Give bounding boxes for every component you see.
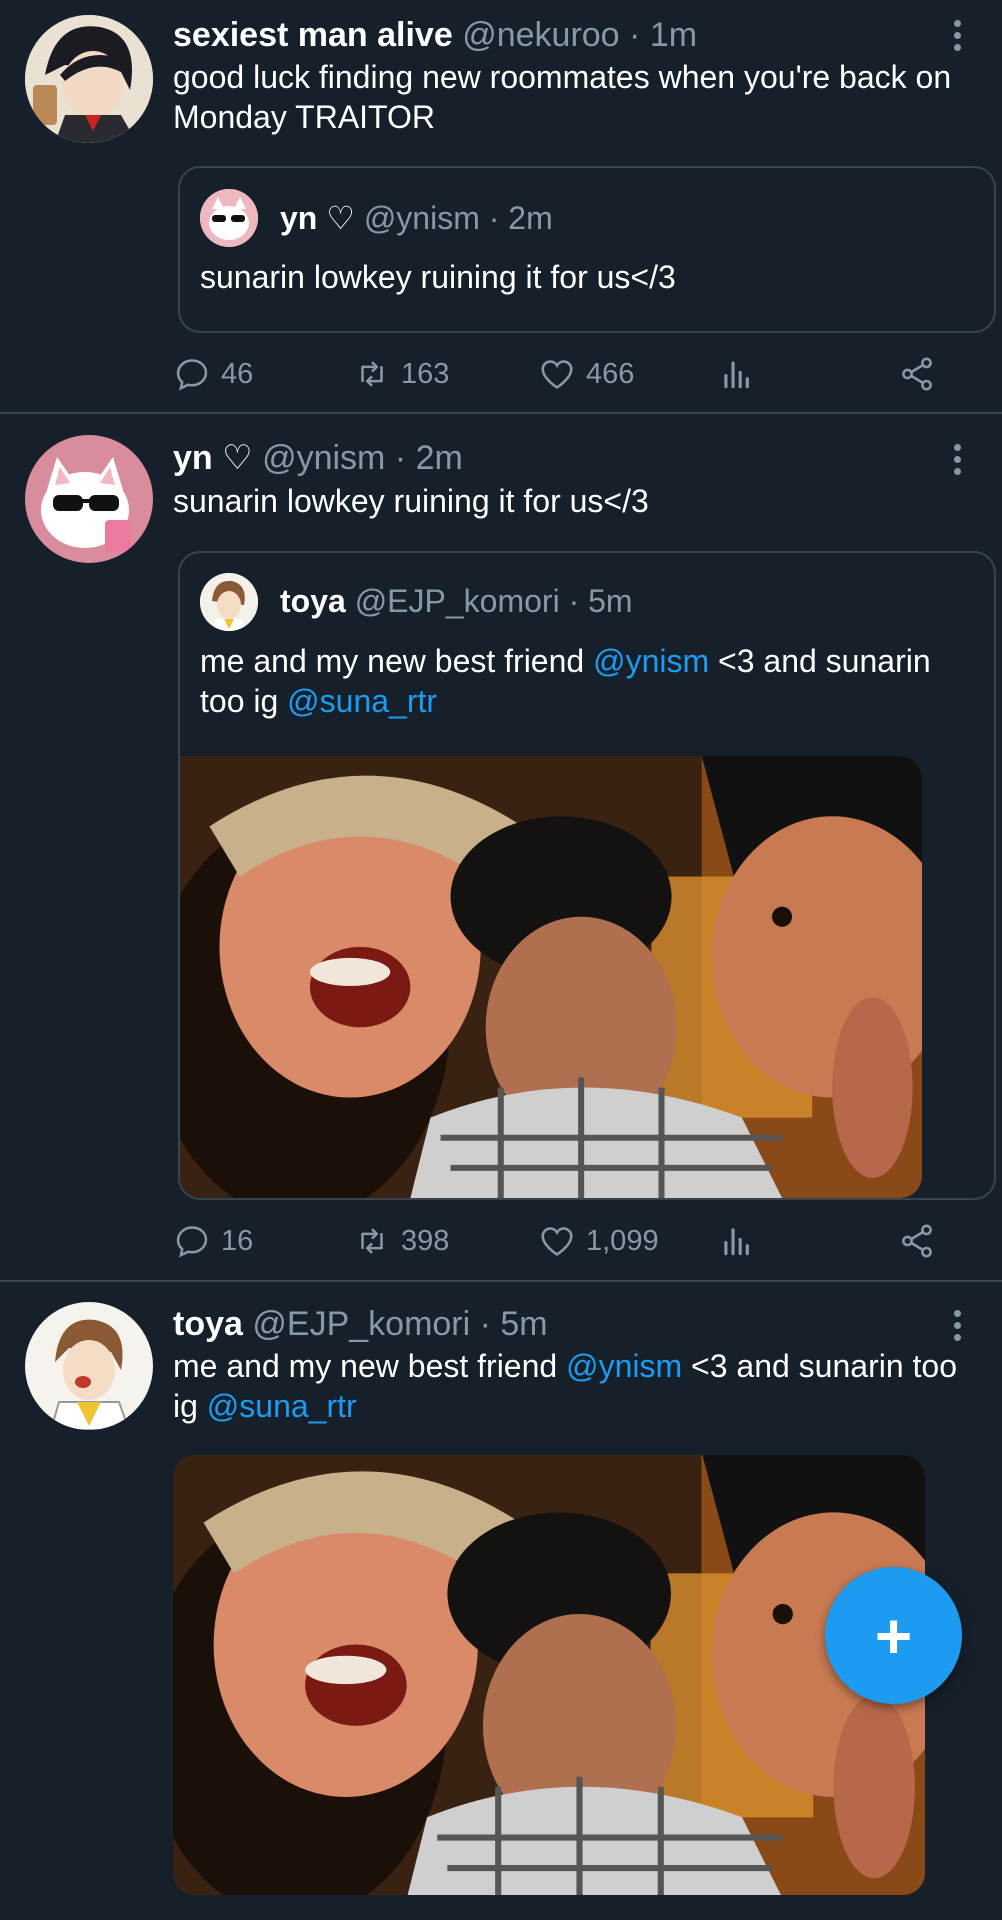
timestamp: · 2m — [394, 439, 463, 477]
user-handle: @EJP_komori — [354, 583, 560, 619]
quoted-tweet[interactable]: toya @EJP_komori · 5m me and my new best… — [178, 551, 996, 1200]
avatar — [200, 573, 258, 631]
mention-link[interactable]: @ynism — [566, 1348, 682, 1384]
tweet-text: sunarin lowkey ruining it for us</3 — [173, 483, 649, 519]
retweet-button[interactable]: 163 — [353, 350, 449, 398]
analytics-icon — [718, 1222, 756, 1260]
analytics-button[interactable] — [718, 350, 766, 398]
timestamp: · 5m — [479, 1305, 548, 1343]
avatar — [200, 189, 258, 247]
tweet-divider — [0, 412, 1002, 414]
reply-button[interactable]: 16 — [173, 1217, 253, 1265]
retweet-icon — [353, 355, 391, 393]
avatar[interactable] — [25, 1302, 153, 1430]
display-name[interactable]: sexiest man alive — [173, 16, 453, 54]
avatar[interactable] — [25, 15, 153, 143]
reply-count: 46 — [221, 357, 254, 390]
retweet-count: 398 — [401, 1224, 450, 1257]
user-handle: @ynism — [363, 200, 480, 236]
user-handle[interactable]: @nekuroo — [462, 16, 619, 54]
reply-button[interactable]: 46 — [173, 350, 253, 398]
retweet-icon — [353, 1222, 391, 1260]
like-count: 1,099 — [586, 1224, 659, 1257]
quoted-tweet-text: sunarin lowkey ruining it for us</3 — [200, 259, 676, 295]
display-name[interactable]: toya — [173, 1305, 243, 1343]
timestamp: · 1m — [629, 16, 698, 54]
share-icon — [898, 355, 936, 393]
display-name: yn ♡ — [280, 200, 355, 236]
reply-icon — [173, 355, 211, 393]
retweet-button[interactable]: 398 — [353, 1217, 449, 1265]
analytics-icon — [718, 355, 756, 393]
tweet-header: sexiest man alive @nekuroo · 1m — [173, 15, 697, 55]
display-name: toya — [280, 583, 346, 619]
like-button[interactable]: 1,099 — [538, 1217, 659, 1265]
mention-link[interactable]: @ynism — [593, 643, 709, 679]
more-options-icon[interactable] — [954, 20, 962, 56]
tweet-actions: 46 163 466 — [173, 350, 963, 398]
heart-icon — [538, 1222, 576, 1260]
tweet-text: me and my new best friend @ynism <3 and … — [173, 1348, 957, 1424]
user-handle[interactable]: @ynism — [262, 439, 385, 477]
retweet-count: 163 — [401, 357, 450, 390]
tweet-photo[interactable] — [173, 1455, 925, 1895]
user-handle[interactable]: @EJP_komori — [252, 1305, 470, 1343]
quoted-tweet[interactable]: yn ♡ @ynism · 2m sunarin lowkey ruining … — [178, 166, 996, 333]
display-name[interactable]: yn ♡ — [173, 439, 253, 477]
share-icon — [898, 1222, 936, 1260]
tweet-header: toya @EJP_komori · 5m — [173, 1304, 548, 1344]
tweet-actions: 16 398 1,099 — [173, 1217, 963, 1265]
like-button[interactable]: 466 — [538, 350, 634, 398]
heart-icon — [538, 355, 576, 393]
mention-link[interactable]: @suna_rtr — [207, 1388, 357, 1424]
tweet-header: yn ♡ @ynism · 2m — [173, 438, 463, 478]
timestamp: · 5m — [568, 583, 633, 619]
share-button[interactable] — [898, 1217, 946, 1265]
avatar[interactable] — [25, 435, 153, 563]
share-button[interactable] — [898, 350, 946, 398]
more-options-icon[interactable] — [954, 1310, 962, 1346]
quoted-tweet-text: me and my new best friend @ynism <3 and … — [200, 643, 931, 719]
plus-icon: + — [874, 1599, 913, 1672]
analytics-button[interactable] — [718, 1217, 766, 1265]
like-count: 466 — [586, 357, 635, 390]
more-options-icon[interactable] — [954, 444, 962, 480]
reply-count: 16 — [221, 1224, 254, 1257]
reply-icon — [173, 1222, 211, 1260]
tweet-divider — [0, 1280, 1002, 1282]
tweet-text: good luck finding new roommates when you… — [173, 59, 952, 135]
compose-tweet-button[interactable]: + — [825, 1567, 962, 1704]
tweet-photo[interactable] — [180, 756, 922, 1198]
timestamp: · 2m — [488, 200, 553, 236]
mention-link[interactable]: @suna_rtr — [287, 683, 437, 719]
